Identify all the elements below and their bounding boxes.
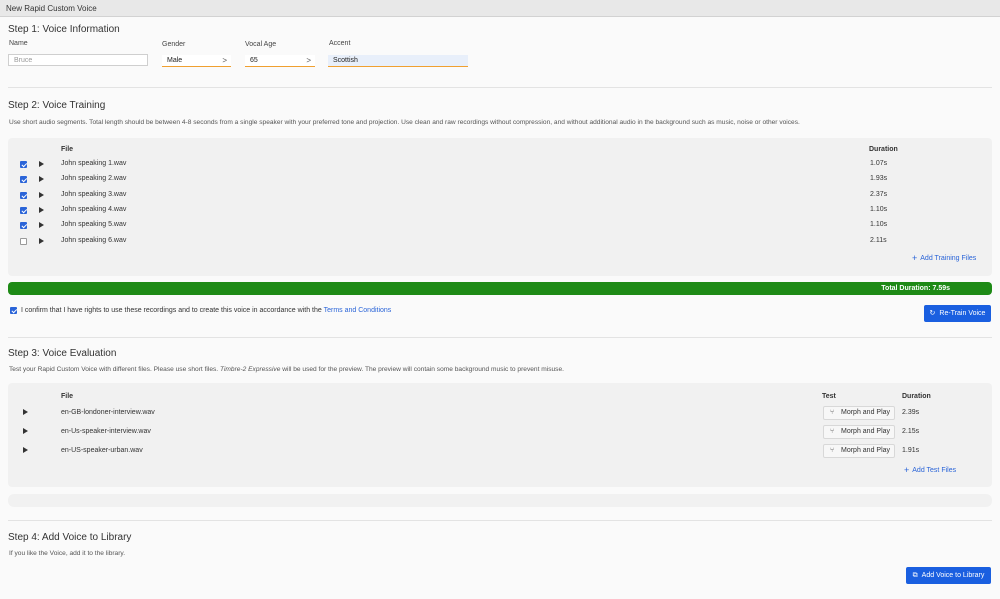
play-icon[interactable] (39, 192, 44, 198)
accent-label: Accent (329, 40, 351, 47)
plus-icon: + (904, 465, 910, 475)
file-duration: 1.10s (870, 221, 888, 228)
file-checkbox[interactable] (20, 176, 27, 183)
window-title: New Rapid Custom Voice (6, 4, 97, 13)
morph-and-play-button[interactable]: ⑂ Morph and Play (823, 406, 895, 420)
consent-checkbox[interactable] (10, 307, 17, 314)
file-name: John speaking 2.wav (61, 175, 127, 182)
title-bar: New Rapid Custom Voice (0, 0, 1000, 17)
morph-and-play-button[interactable]: ⑂ Morph and Play (823, 444, 895, 458)
add-test-files-link[interactable]: + Add Test Files (904, 464, 957, 475)
col-duration: Duration (869, 146, 898, 153)
add-voice-label: Add Voice to Library (921, 572, 985, 579)
file-duration: 2.37s (870, 191, 888, 198)
morph-icon: ⑂ (830, 428, 835, 435)
retrain-label: Re-Train Voice (939, 310, 986, 317)
step3-title: Step 3: Voice Evaluation (8, 348, 117, 359)
file-name: John speaking 1.wav (61, 160, 127, 167)
play-icon[interactable] (23, 409, 28, 415)
evaluation-progress-bar (8, 494, 992, 507)
model-name: Timbre-2 Expressive (220, 366, 281, 373)
age-value: 65 (250, 57, 258, 64)
retrain-voice-button[interactable]: ↻ Re-Train Voice (924, 305, 991, 322)
step3-hint-pre: Test your Rapid Custom Voice with differ… (9, 366, 219, 373)
library-icon: ⧉ (912, 572, 918, 579)
step4-title: Step 4: Add Voice to Library (8, 532, 132, 543)
file-checkbox[interactable] (20, 192, 27, 199)
play-icon[interactable] (23, 447, 28, 453)
file-name: John speaking 5.wav (61, 221, 127, 228)
divider (8, 87, 992, 88)
training-files-panel: File Duration John speaking 1.wav 1.07s … (8, 138, 992, 276)
play-icon[interactable] (39, 238, 44, 244)
age-select[interactable]: 65 > (245, 55, 315, 67)
test-file-duration: 2.39s (902, 409, 920, 416)
step2-hint: Use short audio segments. Total length s… (9, 119, 800, 126)
test-file-name: en-GB-londoner-interview.wav (61, 409, 155, 416)
step3-hint-post: will be used for the preview. The previe… (282, 366, 564, 373)
morph-and-play-button[interactable]: ⑂ Morph and Play (823, 425, 895, 439)
step3-hint: Test your Rapid Custom Voice with differ… (9, 366, 564, 373)
consent-label: I confirm that I have rights to use thes… (21, 307, 322, 314)
play-icon[interactable] (39, 161, 44, 167)
name-input[interactable]: Bruce (8, 54, 148, 66)
test-file-name: en-US-speaker-urban.wav (61, 447, 143, 454)
file-checkbox[interactable] (20, 238, 27, 245)
play-icon[interactable] (39, 207, 44, 213)
file-name: John speaking 3.wav (61, 191, 127, 198)
file-duration: 2.11s (870, 237, 887, 244)
chevron-right-icon: > (306, 56, 311, 65)
gender-select[interactable]: Male > (162, 55, 231, 67)
play-icon[interactable] (39, 176, 44, 182)
step4-hint: If you like the Voice, add it to the lib… (9, 550, 126, 557)
file-name: John speaking 4.wav (61, 206, 127, 213)
col-duration: Duration (902, 393, 931, 400)
content-area: Step 1: Voice Information Name Bruce Gen… (0, 17, 1000, 599)
file-duration: 1.07s (870, 160, 888, 167)
file-name: John speaking 6.wav (61, 237, 127, 244)
step2-title: Step 2: Voice Training (8, 100, 106, 111)
name-label: Name (9, 40, 28, 47)
file-checkbox[interactable] (20, 161, 27, 168)
morph-label: Morph and Play (841, 428, 891, 435)
add-voice-to-library-button[interactable]: ⧉ Add Voice to Library (906, 567, 991, 584)
age-label: Vocal Age (245, 41, 277, 48)
morph-label: Morph and Play (841, 409, 891, 416)
total-duration-text: Total Duration: 7.59s (881, 285, 950, 292)
step1-title: Step 1: Voice Information (8, 24, 120, 35)
file-duration: 1.10s (870, 206, 888, 213)
retrain-icon: ↻ (929, 310, 936, 317)
add-training-files-link[interactable]: + Add Training Files (912, 252, 977, 263)
play-icon[interactable] (39, 222, 44, 228)
test-file-duration: 2.15s (902, 428, 920, 435)
app-window: New Rapid Custom Voice Step 1: Voice Inf… (0, 0, 1000, 599)
file-duration: 1.93s (870, 175, 888, 182)
file-checkbox[interactable] (20, 207, 27, 214)
col-file: File (61, 393, 74, 400)
consent-text: I confirm that I have rights to use thes… (21, 307, 391, 314)
gender-label: Gender (162, 41, 186, 48)
gender-value: Male (167, 57, 183, 64)
col-file: File (61, 146, 74, 153)
col-test: Test (822, 393, 836, 400)
terms-link[interactable]: Terms and Conditions (324, 307, 392, 314)
morph-label: Morph and Play (841, 447, 891, 454)
add-training-files-label: Add Training Files (920, 255, 977, 262)
test-file-name: en-Us-speaker-interview.wav (61, 428, 151, 435)
add-test-files-label: Add Test Files (912, 467, 957, 474)
divider (8, 520, 992, 521)
morph-icon: ⑂ (830, 409, 835, 416)
file-checkbox[interactable] (20, 222, 27, 229)
test-files-panel: File Test Duration en-GB-londoner-interv… (8, 383, 992, 487)
chevron-right-icon: > (222, 56, 227, 65)
accent-input[interactable]: Scottish (328, 55, 468, 67)
play-icon[interactable] (23, 428, 28, 434)
plus-icon: + (912, 253, 918, 263)
divider (8, 337, 992, 338)
total-duration-bar: Total Duration: 7.59s (8, 282, 992, 295)
morph-icon: ⑂ (830, 447, 835, 454)
test-file-duration: 1.91s (902, 447, 920, 454)
